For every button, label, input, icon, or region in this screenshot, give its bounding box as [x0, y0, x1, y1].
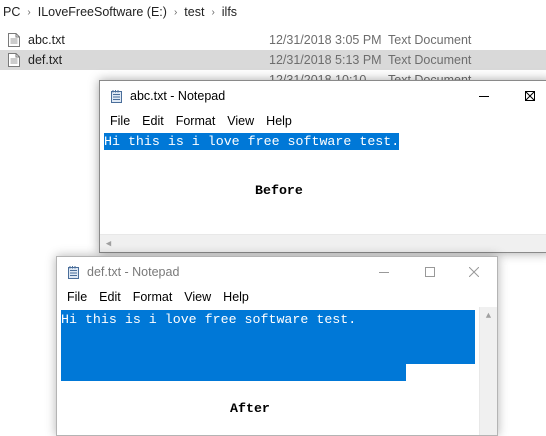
title-bar[interactable]: abc.txt - Notepad [100, 81, 546, 111]
close-icon [525, 91, 535, 101]
chevron-right-icon[interactable]: › [170, 7, 181, 18]
menu-file[interactable]: File [61, 290, 93, 304]
chevron-right-icon[interactable]: › [23, 7, 34, 18]
notepad-window-def: def.txt - Notepad File Edit Format View … [56, 256, 498, 436]
scroll-up-icon[interactable]: ▲ [480, 307, 497, 324]
menu-format[interactable]: Format [170, 114, 222, 128]
vertical-scrollbar[interactable]: ▲ [479, 307, 497, 435]
text-line[interactable]: Hi this is i love free software test. [104, 133, 400, 150]
selection-highlight [61, 364, 406, 381]
file-row-def[interactable]: def.txt 12/31/2018 5:13 PM Text Document [0, 50, 546, 70]
menu-edit[interactable]: Edit [136, 114, 170, 128]
file-type: Text Document [388, 53, 472, 67]
window-title: def.txt - Notepad [87, 265, 180, 279]
breadcrumb-item-drive[interactable]: ILoveFreeSoftware (E:) [35, 5, 170, 19]
maximize-button[interactable] [407, 257, 453, 287]
annotation-before: Before [255, 183, 303, 198]
horizontal-scrollbar[interactable]: ◀ [100, 234, 546, 252]
menu-format[interactable]: Format [127, 290, 179, 304]
file-date: 12/31/2018 3:05 PM [269, 33, 382, 47]
text-editor[interactable]: Hi this is i love free software test. Af… [57, 307, 497, 435]
menu-help[interactable]: Help [260, 114, 298, 128]
minimize-icon [379, 272, 389, 273]
file-row-abc[interactable]: abc.txt 12/31/2018 3:05 PM Text Document [0, 30, 546, 50]
file-name: abc.txt [28, 33, 65, 47]
scroll-left-icon[interactable]: ◀ [100, 235, 117, 252]
text-line[interactable]: Hi this is i love free software test. [61, 311, 356, 328]
breadcrumb: PC › ILoveFreeSoftware (E:) › test › ilf… [0, 0, 546, 24]
notepad-icon [68, 266, 79, 279]
menu-file[interactable]: File [104, 114, 136, 128]
menu-bar: File Edit Format View Help [100, 111, 546, 131]
text-file-icon [8, 53, 20, 67]
window-title: abc.txt - Notepad [130, 89, 226, 103]
notepad-icon [111, 90, 122, 103]
text-file-icon [8, 33, 20, 47]
title-bar[interactable]: def.txt - Notepad [57, 257, 497, 287]
notepad-window-abc: abc.txt - Notepad File Edit Format View … [99, 80, 546, 253]
close-icon [469, 267, 479, 277]
breadcrumb-item-pc[interactable]: PC [0, 5, 23, 19]
menu-view[interactable]: View [221, 114, 260, 128]
file-type: Text Document [388, 33, 472, 47]
minimize-button[interactable] [461, 81, 507, 111]
menu-edit[interactable]: Edit [93, 290, 127, 304]
minimize-button[interactable] [361, 257, 407, 287]
maximize-icon [425, 267, 435, 277]
file-name: def.txt [28, 53, 63, 67]
menu-help[interactable]: Help [217, 290, 255, 304]
file-date: 12/31/2018 5:13 PM [269, 53, 382, 67]
close-button[interactable] [507, 81, 546, 111]
chevron-right-icon[interactable]: › [207, 7, 218, 18]
annotation-after: After [230, 401, 270, 416]
minimize-icon [479, 96, 489, 97]
breadcrumb-item-test[interactable]: test [181, 5, 207, 19]
text-editor[interactable]: Hi this is i love free software test. Be… [100, 131, 546, 252]
menu-view[interactable]: View [178, 290, 217, 304]
breadcrumb-item-ilfs[interactable]: ilfs [219, 5, 240, 19]
close-button[interactable] [451, 257, 497, 287]
menu-bar: File Edit Format View Help [57, 287, 497, 307]
